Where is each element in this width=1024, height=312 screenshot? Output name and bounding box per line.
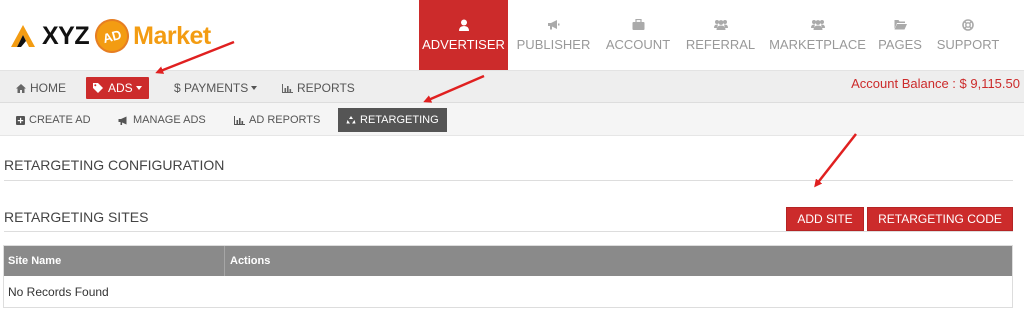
retargeting-code-button[interactable]: RETARGETING CODE	[867, 207, 1013, 231]
subnav-reports-label: REPORTS	[297, 81, 355, 95]
subnav-manage-ads[interactable]: MANAGE ADS	[118, 109, 206, 131]
users-icon	[713, 19, 728, 31]
bar-chart-icon	[282, 83, 293, 93]
recycle-icon	[346, 115, 356, 125]
bullhorn-icon	[547, 19, 561, 31]
nav-account[interactable]: ACCOUNT	[599, 0, 677, 70]
subnav-home-label: HOME	[30, 81, 66, 95]
subnav-reports[interactable]: REPORTS	[282, 77, 355, 99]
nav-support[interactable]: SUPPORT	[929, 0, 1007, 70]
add-site-button[interactable]: ADD SITE	[786, 207, 864, 231]
nav-pages[interactable]: PAGES	[871, 0, 929, 70]
nav-publisher[interactable]: PUBLISHER	[508, 0, 599, 70]
table-header: Site Name Actions	[4, 246, 1012, 276]
nav-marketplace[interactable]: MARKETPLACE	[764, 0, 871, 70]
main-nav: ADVERTISER PUBLISHER ACCOUNT REFERRAL MA…	[419, 0, 1007, 70]
account-balance: Account Balance : $ 9,115.50	[851, 76, 1020, 91]
bullhorn-icon	[118, 116, 129, 125]
nav-pages-label: PAGES	[878, 36, 922, 52]
subnav-create-ad[interactable]: CREATE AD	[16, 109, 91, 131]
nav-referral[interactable]: REFERRAL	[677, 0, 764, 70]
retargeting-sites-table: Site Name Actions No Records Found	[3, 245, 1013, 308]
nav-publisher-label: PUBLISHER	[516, 36, 591, 52]
home-icon	[16, 83, 26, 93]
nav-advertiser[interactable]: ADVERTISER	[419, 0, 508, 70]
subnav-retargeting-label: RETARGETING	[360, 114, 439, 126]
nav-support-label: SUPPORT	[936, 36, 1000, 52]
site-logo[interactable]: XYZ AD Market	[8, 15, 211, 57]
subnav-manage-ads-label: MANAGE ADS	[133, 114, 206, 126]
nav-account-label: ACCOUNT	[605, 36, 671, 52]
column-header-site-name[interactable]: Site Name	[4, 246, 225, 276]
subnav-retargeting[interactable]: RETARGETING	[338, 108, 447, 132]
nav-advertiser-label: ADVERTISER	[422, 36, 505, 52]
tags-icon	[93, 83, 104, 93]
subnav-ads[interactable]: ADS	[86, 77, 149, 99]
logo-text-xyz: XYZ	[42, 21, 90, 50]
section-divider	[4, 231, 1013, 232]
nav-marketplace-label: MARKETPLACE	[769, 36, 866, 52]
subnav-payments-label: $ PAYMENTS	[174, 81, 249, 95]
chevron-down-icon	[135, 86, 142, 90]
subnav-ad-reports[interactable]: AD REPORTS	[234, 109, 320, 131]
column-header-actions: Actions	[230, 255, 271, 267]
life-ring-icon	[961, 18, 975, 31]
subnav-home[interactable]: HOME	[16, 77, 66, 99]
section-divider	[4, 180, 1013, 181]
subnav-create-ad-label: CREATE AD	[29, 114, 91, 126]
users-icon	[810, 19, 825, 31]
arrow-to-add-site	[814, 133, 857, 188]
subnav-payments[interactable]: $ PAYMENTS	[174, 77, 258, 99]
logo-badge-ad: AD	[91, 15, 133, 57]
user-icon	[457, 19, 471, 31]
logo-chevron-icon	[11, 25, 35, 47]
chevron-down-icon	[251, 86, 258, 90]
table-empty-row: No Records Found	[4, 276, 1012, 307]
subnav-ads-label: ADS	[108, 81, 133, 95]
retargeting-sites-title: RETARGETING SITES	[4, 209, 149, 225]
section-nav: HOME ADS $ PAYMENTS REPORTS Account Bala…	[0, 70, 1024, 103]
folder-open-icon	[893, 19, 907, 31]
logo-text-market: Market	[133, 21, 211, 50]
ads-subnav: CREATE AD MANAGE ADS AD REPORTS RETARGET…	[0, 103, 1024, 136]
plus-square-icon	[16, 115, 25, 125]
site-header: XYZ AD Market ADVERTISER PUBLISHER ACCOU…	[0, 0, 1024, 70]
briefcase-icon	[631, 19, 645, 31]
subnav-ad-reports-label: AD REPORTS	[249, 114, 321, 126]
nav-referral-label: REFERRAL	[685, 36, 756, 52]
bar-chart-icon	[234, 115, 245, 125]
retargeting-configuration-title: RETARGETING CONFIGURATION	[4, 157, 225, 173]
